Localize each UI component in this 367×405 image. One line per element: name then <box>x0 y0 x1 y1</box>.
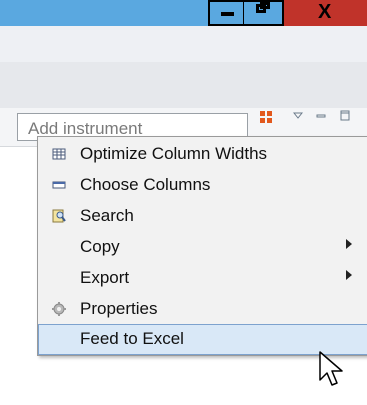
menu-item-label: Export <box>80 268 130 287</box>
toolbar-band <box>0 26 367 62</box>
menu-item-choose-columns[interactable]: Choose Columns <box>38 170 367 201</box>
columns-icon <box>52 181 66 189</box>
mouse-cursor-icon <box>319 351 343 386</box>
menu-item-label: Optimize Column Widths <box>80 144 268 163</box>
menu-item-properties[interactable]: Properties <box>38 294 367 325</box>
menu-item-optimize-column-widths[interactable]: Optimize Column Widths <box>38 139 367 170</box>
menu-item-label: Search <box>80 206 134 225</box>
grid-view-icon[interactable] <box>260 111 272 123</box>
search-icon <box>52 209 66 223</box>
menu-item-export[interactable]: Export <box>38 263 367 294</box>
minimize-view-icon[interactable] <box>316 112 326 120</box>
maximize-button[interactable] <box>244 0 284 26</box>
restore-icon-front <box>256 4 266 13</box>
submenu-arrow-icon <box>346 239 352 249</box>
close-button[interactable]: X <box>284 0 367 26</box>
gear-icon <box>52 302 66 316</box>
context-menu: Optimize Column Widths Choose Columns Se… <box>37 136 367 356</box>
submenu-arrow-icon <box>346 270 352 280</box>
menu-item-label: Copy <box>80 237 120 256</box>
table-icon <box>52 148 66 160</box>
maximize-view-icon[interactable] <box>340 110 350 121</box>
close-icon: X <box>318 1 332 23</box>
menu-item-label: Properties <box>80 299 158 318</box>
menu-item-label: Feed to Excel <box>80 329 184 348</box>
menu-item-copy[interactable]: Copy <box>38 232 367 263</box>
tab-band <box>0 62 367 109</box>
menu-item-search[interactable]: Search <box>38 201 367 232</box>
view-menu-icon[interactable] <box>293 112 303 120</box>
menu-item-label: Choose Columns <box>80 175 211 194</box>
minimize-button[interactable] <box>208 0 245 26</box>
